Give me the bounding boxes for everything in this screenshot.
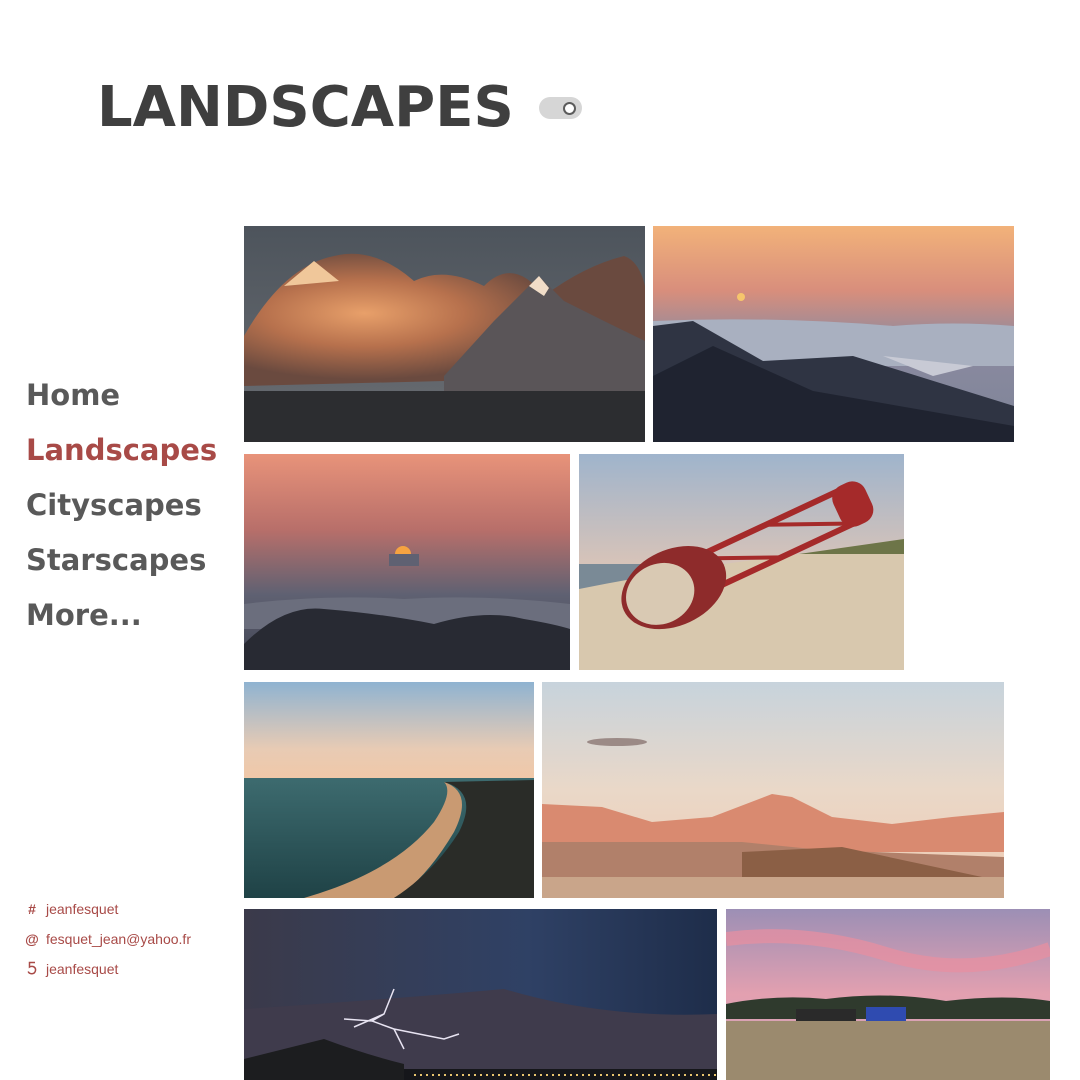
nav-item-starscapes[interactable]: Starscapes [26, 533, 217, 588]
theme-toggle[interactable] [539, 97, 582, 119]
hashtag-icon: # [28, 901, 36, 917]
contact-email-link[interactable]: @ fesquet_jean@yahoo.fr [24, 924, 191, 954]
nav-item-landscapes[interactable]: Landscapes [26, 423, 217, 478]
photo-lightning-storm[interactable] [244, 909, 717, 1080]
contact-instagram-text: jeanfesquet [46, 901, 119, 917]
nav-item-home[interactable]: Home [26, 368, 217, 423]
photo-coastline-beach[interactable] [244, 682, 534, 898]
photo-field-tractor[interactable] [726, 909, 1050, 1080]
photo-desert-volcano[interactable] [542, 682, 1004, 898]
contact-500px-text: jeanfesquet [46, 961, 119, 977]
toggle-knob [563, 102, 576, 115]
page-title: LANDSCAPES [97, 75, 514, 140]
sidebar-nav: Home Landscapes Cityscapes Starscapes Mo… [26, 368, 217, 643]
photo-mountain-clouds[interactable] [244, 226, 645, 442]
nav-item-more[interactable]: More... [26, 588, 217, 643]
page: LANDSCAPES Home Landscapes Cityscapes St… [0, 0, 1080, 1080]
contact-500px-link[interactable]: jeanfesquet [24, 954, 191, 984]
photo-beached-buoy[interactable] [579, 454, 904, 670]
contact-instagram-link[interactable]: # jeanfesquet [24, 894, 191, 924]
contact-links: # jeanfesquet @ fesquet_jean@yahoo.fr je… [24, 894, 191, 984]
contact-email-text: fesquet_jean@yahoo.fr [46, 931, 191, 947]
nav-item-cityscapes[interactable]: Cityscapes [26, 478, 217, 533]
photo-mountain-valley[interactable] [653, 226, 1014, 442]
at-sign-icon: @ [25, 931, 39, 947]
500px-icon [24, 961, 40, 978]
photo-sunset-ridges[interactable] [244, 454, 570, 670]
